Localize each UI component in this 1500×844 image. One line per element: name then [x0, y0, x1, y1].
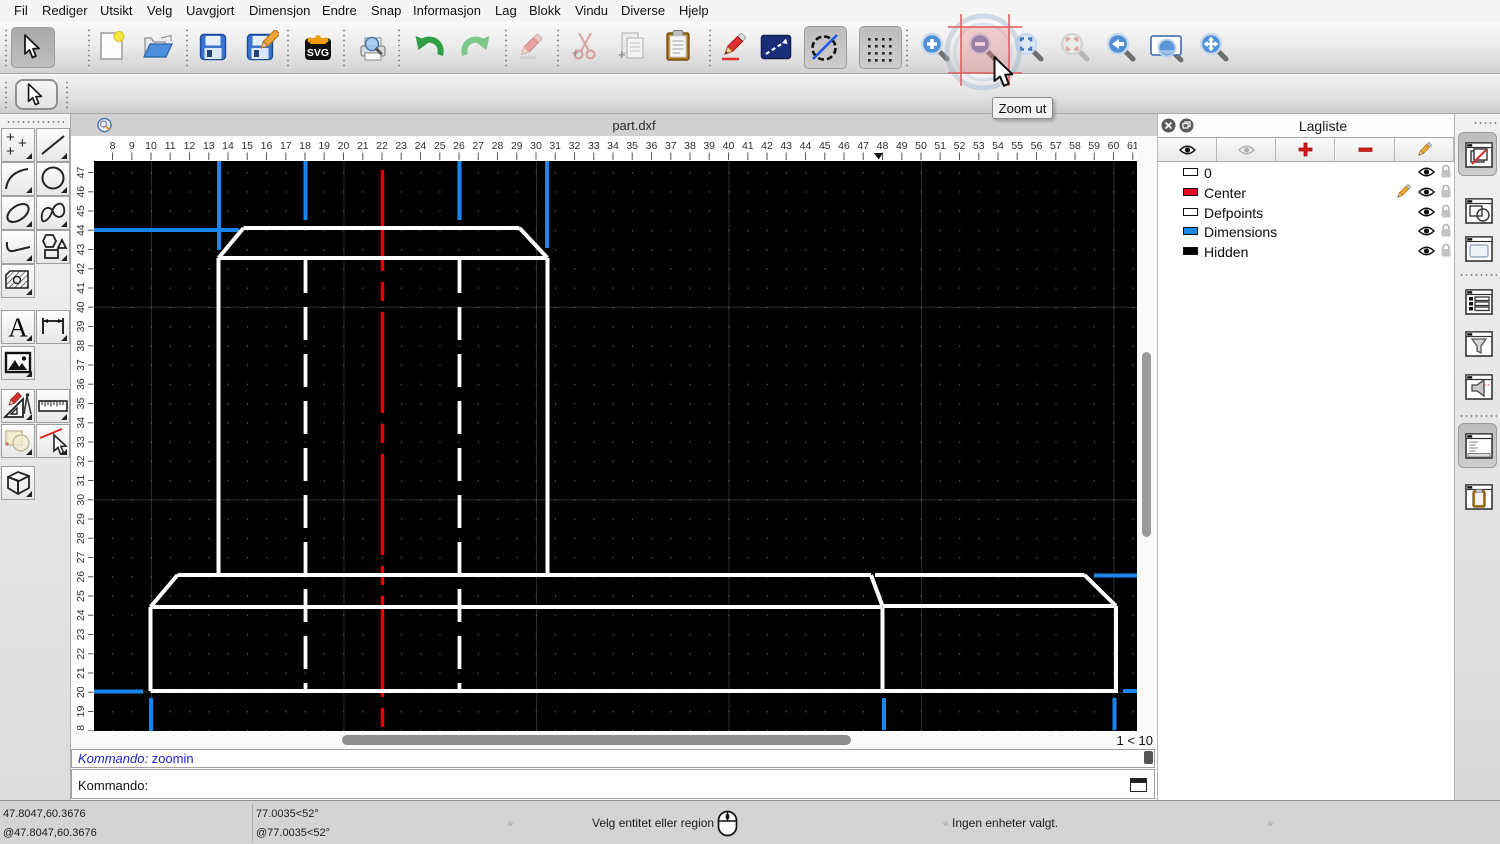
svg-text:59: 59: [1088, 140, 1100, 152]
svg-text:18: 18: [299, 140, 311, 152]
svg-text:39: 39: [703, 140, 715, 152]
svg-text:25: 25: [75, 590, 87, 602]
svg-text:41: 41: [75, 282, 87, 294]
svg-text:30: 30: [75, 494, 87, 506]
svg-text:47: 47: [75, 167, 87, 179]
svg-text:41: 41: [742, 140, 754, 152]
svg-text:44: 44: [75, 224, 87, 236]
svg-text:12: 12: [184, 140, 196, 152]
svg-text:+: +: [572, 45, 580, 60]
svg-text:9: 9: [129, 140, 135, 152]
svg-text:23: 23: [75, 629, 87, 641]
svg-text:+: +: [618, 47, 626, 62]
svg-text:47: 47: [857, 140, 869, 152]
svg-text:34: 34: [75, 417, 87, 429]
svg-text:SVG: SVG: [307, 47, 329, 59]
svg-text:20: 20: [75, 686, 87, 698]
svg-text:32: 32: [569, 140, 581, 152]
svg-text:25: 25: [434, 140, 446, 152]
svg-text:17: 17: [280, 140, 292, 152]
svg-text:60: 60: [1108, 140, 1120, 152]
svg-text:+: +: [18, 135, 27, 152]
svg-text:39: 39: [75, 321, 87, 333]
svg-text:28: 28: [492, 140, 504, 152]
svg-text:55: 55: [1011, 140, 1023, 152]
svg-text:48: 48: [877, 140, 889, 152]
svg-text:A: A: [8, 313, 28, 343]
svg-text:43: 43: [75, 244, 87, 256]
svg-text:37: 37: [75, 359, 87, 371]
svg-text:13: 13: [203, 140, 215, 152]
svg-text:40: 40: [723, 140, 735, 152]
svg-text:26: 26: [75, 571, 87, 583]
svg-text:22: 22: [376, 140, 388, 152]
svg-text:20: 20: [338, 140, 350, 152]
svg-text:10: 10: [145, 140, 157, 152]
svg-text:27: 27: [75, 552, 87, 564]
svg-text:28: 28: [75, 532, 87, 544]
svg-text:34: 34: [607, 140, 619, 152]
svg-text:31: 31: [549, 140, 561, 152]
svg-text:43: 43: [780, 140, 792, 152]
svg-text:33: 33: [75, 436, 87, 448]
svg-text:36: 36: [646, 140, 658, 152]
svg-text:29: 29: [511, 140, 523, 152]
svg-text:27: 27: [472, 140, 484, 152]
svg-text:46: 46: [838, 140, 850, 152]
svg-text:38: 38: [75, 340, 87, 352]
svg-text:42: 42: [761, 140, 773, 152]
svg-text:40: 40: [75, 301, 87, 313]
svg-text:22: 22: [75, 648, 87, 660]
svg-text:36: 36: [75, 378, 87, 390]
svg-text:54: 54: [992, 140, 1004, 152]
svg-text:21: 21: [357, 140, 369, 152]
svg-text:23: 23: [395, 140, 407, 152]
svg-text:52: 52: [954, 140, 966, 152]
svg-text:19: 19: [75, 706, 87, 718]
svg-text:38: 38: [684, 140, 696, 152]
svg-text:33: 33: [588, 140, 600, 152]
svg-text:29: 29: [75, 513, 87, 525]
svg-text:50: 50: [915, 140, 927, 152]
svg-text:8: 8: [110, 140, 116, 152]
svg-text:37: 37: [665, 140, 677, 152]
svg-text:31: 31: [75, 475, 87, 487]
svg-text:24: 24: [75, 609, 87, 621]
svg-text:11: 11: [165, 140, 176, 152]
svg-text:46: 46: [75, 186, 87, 198]
svg-text:21: 21: [75, 667, 87, 679]
svg-text:32: 32: [75, 455, 87, 467]
svg-text:51: 51: [934, 140, 946, 152]
svg-text:58: 58: [1069, 140, 1081, 152]
svg-text:56: 56: [1031, 140, 1043, 152]
svg-text:45: 45: [819, 140, 831, 152]
svg-text:45: 45: [75, 205, 87, 217]
svg-text:44: 44: [800, 140, 812, 152]
svg-text:35: 35: [75, 398, 87, 410]
svg-text:35: 35: [626, 140, 638, 152]
svg-text:57: 57: [1050, 140, 1062, 152]
svg-text:49: 49: [896, 140, 908, 152]
svg-text:+: +: [6, 143, 15, 160]
svg-text:26: 26: [453, 140, 465, 152]
svg-text:16: 16: [261, 140, 273, 152]
svg-text:19: 19: [318, 140, 330, 152]
svg-text:24: 24: [415, 140, 427, 152]
svg-text:14: 14: [222, 140, 234, 152]
svg-text:30: 30: [530, 140, 542, 152]
svg-text:42: 42: [75, 263, 87, 275]
svg-text:15: 15: [241, 140, 253, 152]
svg-text:53: 53: [973, 140, 985, 152]
